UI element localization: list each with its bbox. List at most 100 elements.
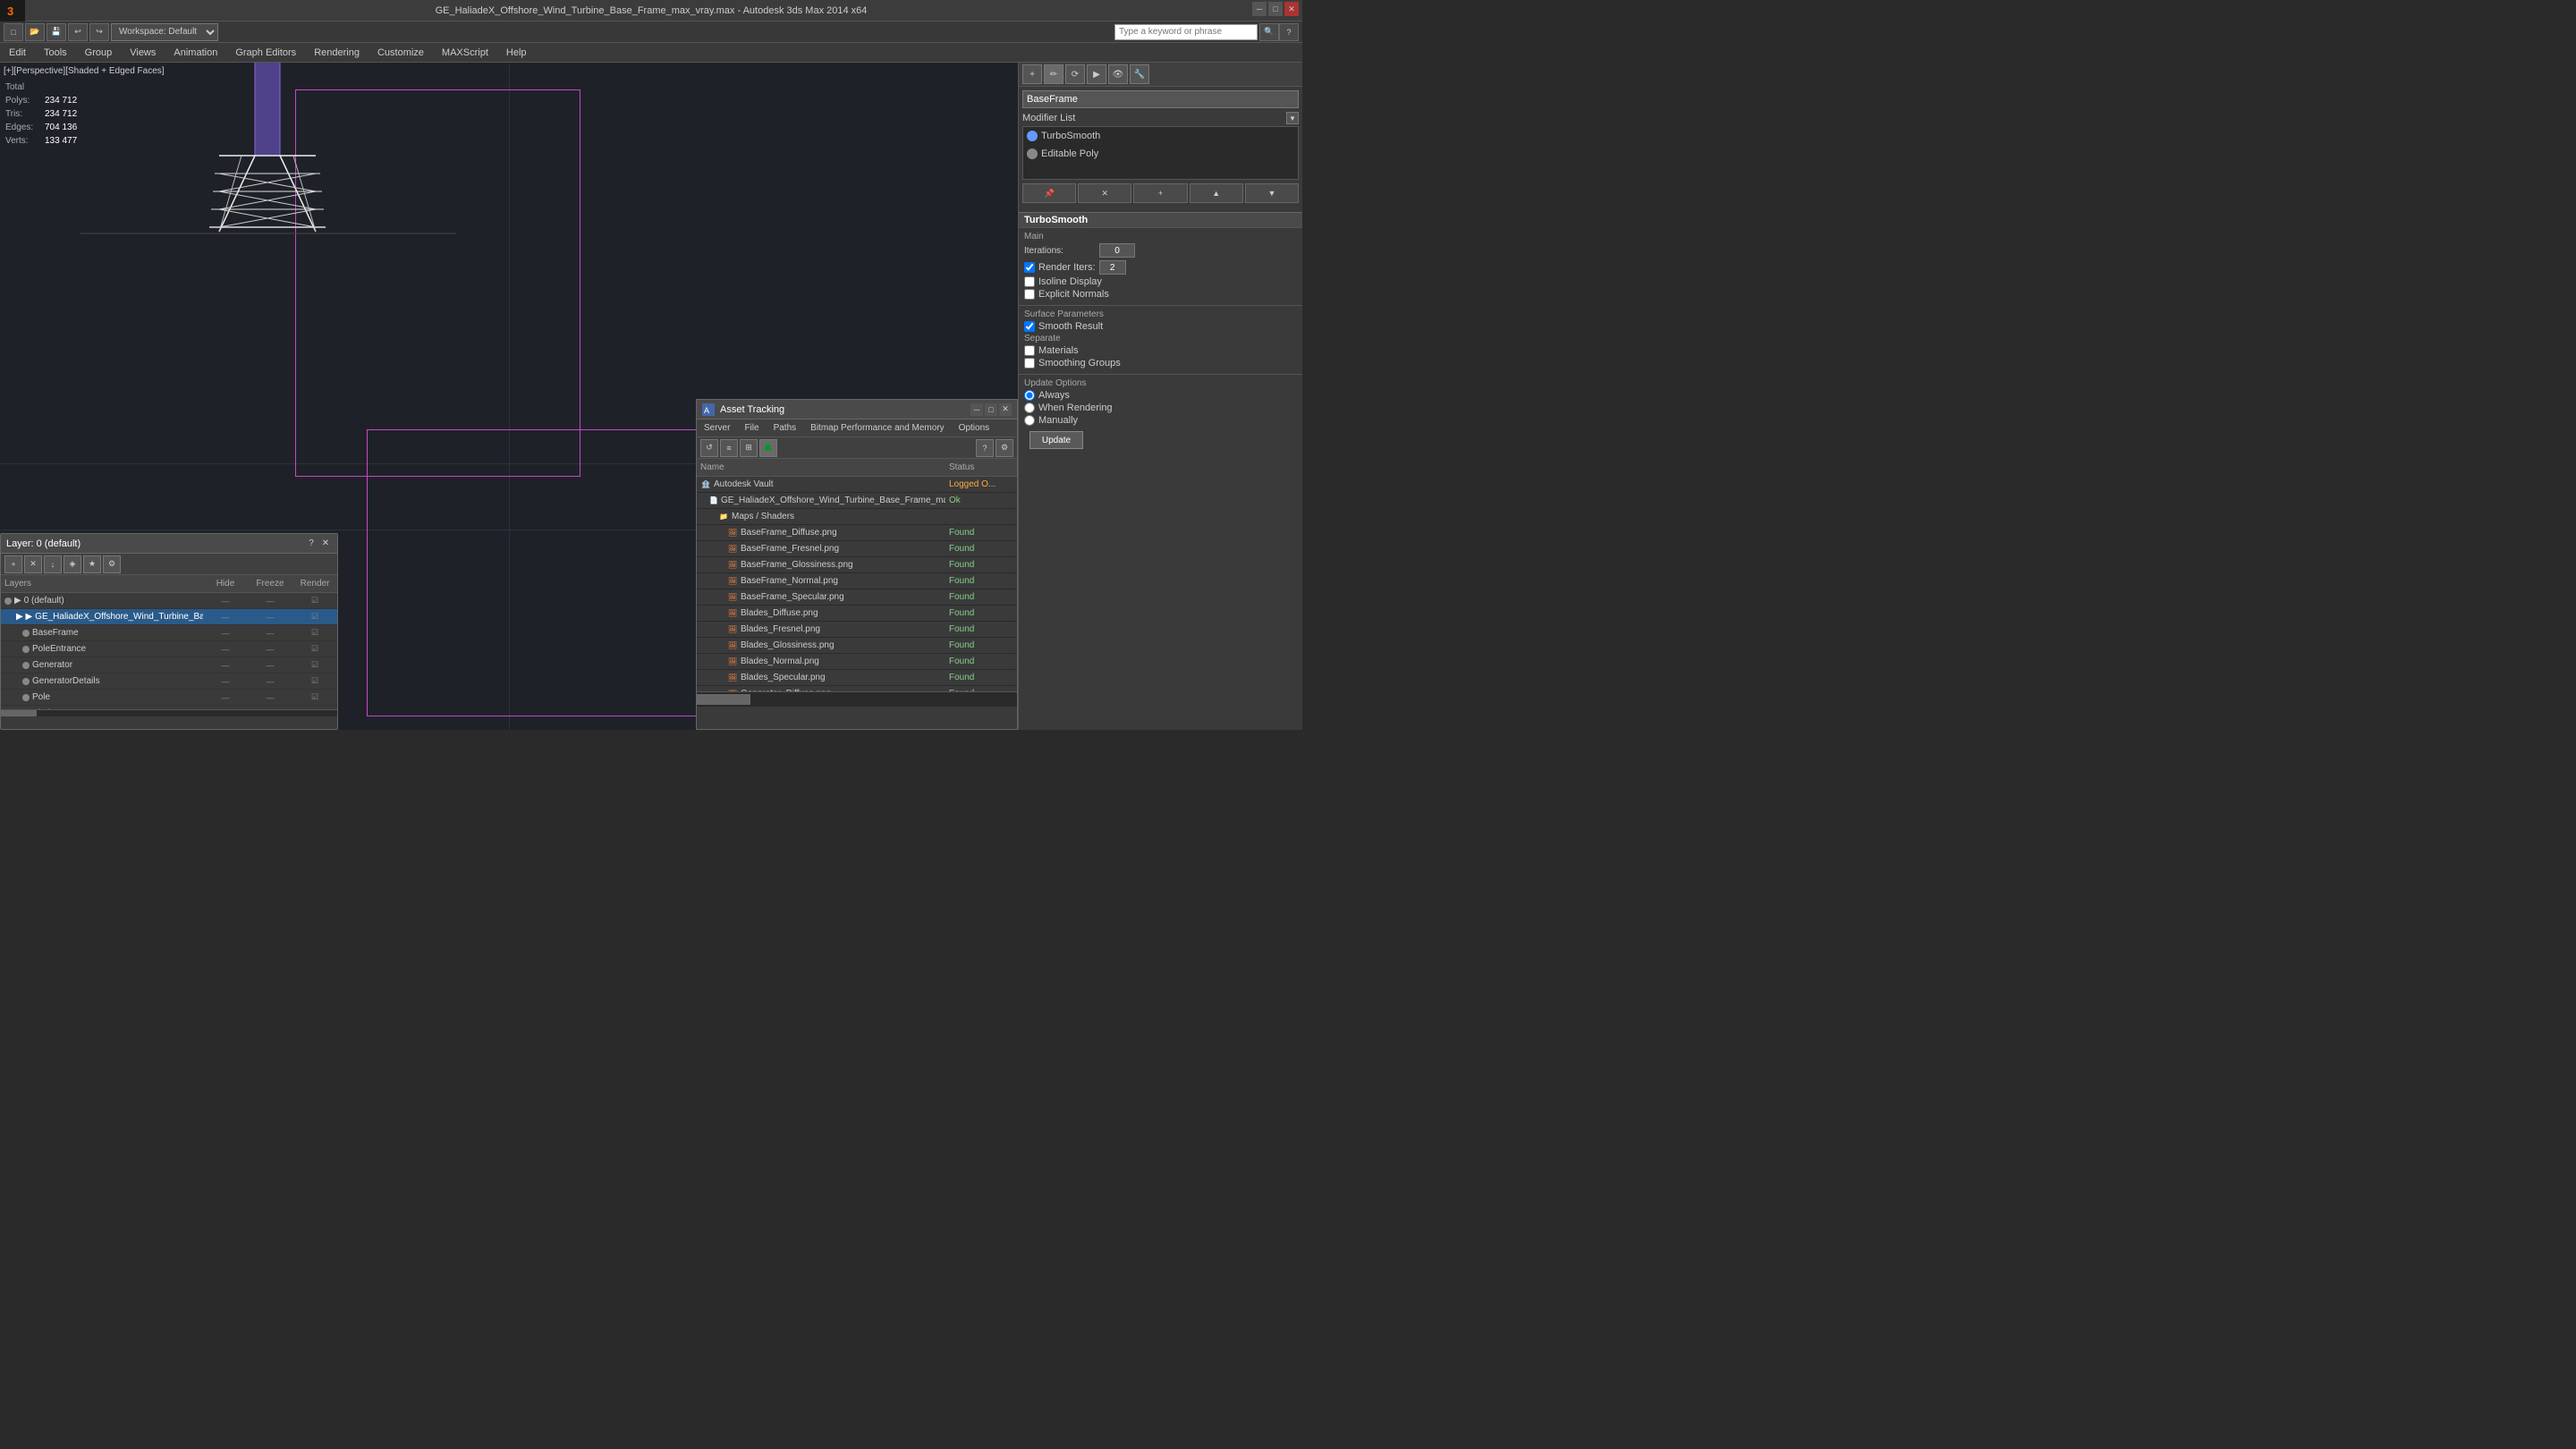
layers-title: Layer: 0 (default): [6, 538, 80, 549]
asset-maximize-btn[interactable]: □: [985, 403, 997, 416]
asset-row[interactable]: 🏦 Autodesk Vault Logged O...: [697, 477, 1017, 493]
asset-row[interactable]: 🖼 BaseFrame_Normal.png Found: [697, 573, 1017, 589]
menu-edit[interactable]: Edit: [0, 43, 35, 63]
asset-menu-server[interactable]: Server: [697, 419, 737, 437]
layer-row[interactable]: GeneratorDetails — — ☑: [1, 674, 337, 690]
layer-row[interactable]: ▶ 0 (default) — — ☑: [1, 593, 337, 609]
asset-menu-file[interactable]: File: [737, 419, 766, 437]
asset-row[interactable]: 📄 GE_HaliadeX_Offshore_Wind_Turbine_Base…: [697, 493, 1017, 509]
move-down-btn[interactable]: ▼: [1245, 183, 1299, 203]
maximize-button[interactable]: □: [1268, 2, 1283, 16]
panel-icon-hierarchy[interactable]: ⟳: [1065, 64, 1085, 84]
smooth-result-checkbox[interactable]: [1024, 321, 1035, 332]
asset-detail-view-btn[interactable]: ⊞: [740, 439, 758, 457]
asset-row[interactable]: 🖼 Blades_Glossiness.png Found: [697, 638, 1017, 654]
move-up-btn[interactable]: ▲: [1190, 183, 1243, 203]
asset-refresh-btn[interactable]: ↺: [700, 439, 718, 457]
manually-radio[interactable]: [1024, 415, 1035, 426]
explicit-normals-checkbox[interactable]: [1024, 289, 1035, 300]
asset-row[interactable]: 🖼 BaseFrame_Fresnel.png Found: [697, 541, 1017, 557]
workspace-dropdown[interactable]: Workspace: Default: [111, 23, 218, 41]
when-rendering-radio[interactable]: [1024, 402, 1035, 413]
viewport-label: [+][Perspective][Shaded + Edged Faces]: [4, 66, 165, 76]
close-button[interactable]: ✕: [1284, 2, 1299, 16]
layers-delete-btn[interactable]: ✕: [24, 555, 42, 573]
asset-row[interactable]: 🖼 BaseFrame_Specular.png Found: [697, 589, 1017, 606]
layers-select-obj-btn[interactable]: ◈: [64, 555, 81, 573]
asset-settings-btn[interactable]: ⚙: [996, 439, 1013, 457]
layers-scrollbar[interactable]: [1, 709, 337, 716]
asset-tree-view-btn[interactable]: 🌲: [759, 439, 777, 457]
delete-modifier-btn[interactable]: ✕: [1078, 183, 1131, 203]
panel-icon-display[interactable]: 👁: [1108, 64, 1128, 84]
asset-row[interactable]: 📁 Maps / Shaders: [697, 509, 1017, 525]
update-button[interactable]: Update: [1030, 431, 1083, 449]
menu-views[interactable]: Views: [121, 43, 165, 63]
asset-row[interactable]: 🖼 Blades_Specular.png Found: [697, 670, 1017, 686]
layers-settings-btn[interactable]: ⚙: [103, 555, 121, 573]
layer-row[interactable]: Generator — — ☑: [1, 657, 337, 674]
layer-row[interactable]: BaseFrame — — ☑: [1, 625, 337, 641]
isoline-checkbox[interactable]: [1024, 276, 1035, 287]
menu-maxscript[interactable]: MAXScript: [433, 43, 497, 63]
asset-list-view-btn[interactable]: ≡: [720, 439, 738, 457]
turbosmooh-section-header[interactable]: TurboSmooth: [1019, 212, 1302, 228]
new-button[interactable]: □: [4, 23, 23, 41]
iterations-input[interactable]: [1099, 243, 1135, 258]
layer-row[interactable]: ▶ ▶ GE_HaliadeX_Offshore_Wind_Turbine_Ba…: [1, 609, 337, 625]
asset-minimize-btn[interactable]: ─: [970, 403, 983, 416]
layers-add-selected-btn[interactable]: ↓: [44, 555, 62, 573]
help-button[interactable]: ?: [1279, 23, 1299, 41]
menu-rendering[interactable]: Rendering: [305, 43, 369, 63]
redo-button[interactable]: ↪: [89, 23, 109, 41]
menu-customize[interactable]: Customize: [369, 43, 433, 63]
pin-stack-btn[interactable]: 📌: [1022, 183, 1076, 203]
object-name-input[interactable]: [1022, 90, 1299, 108]
materials-checkbox[interactable]: [1024, 345, 1035, 356]
layers-close-button[interactable]: ✕: [319, 538, 332, 550]
menu-group[interactable]: Group: [76, 43, 122, 63]
asset-window-controls: ─ □ ✕: [970, 403, 1012, 416]
asset-name: 🖼 BaseFrame_Normal.png: [697, 576, 945, 587]
search-button[interactable]: 🔍: [1259, 23, 1279, 41]
modifier-list-dropdown[interactable]: ▼: [1286, 112, 1299, 124]
open-button[interactable]: 📂: [25, 23, 45, 41]
menu-graph-editors[interactable]: Graph Editors: [226, 43, 305, 63]
search-input[interactable]: [1114, 24, 1258, 40]
asset-row[interactable]: 🖼 Generator_Diffuse.png Found: [697, 686, 1017, 691]
panel-icon-create[interactable]: +: [1022, 64, 1042, 84]
add-modifier-btn[interactable]: +: [1133, 183, 1187, 203]
layers-highlight-btn[interactable]: ★: [83, 555, 101, 573]
asset-row[interactable]: 🖼 Blades_Fresnel.png Found: [697, 622, 1017, 638]
always-radio[interactable]: [1024, 390, 1035, 401]
layer-row[interactable]: PoleEntrance — — ☑: [1, 641, 337, 657]
render-iters-input[interactable]: [1099, 260, 1126, 275]
smooth-result-label: Smooth Result: [1038, 321, 1103, 332]
asset-row[interactable]: 🖼 BaseFrame_Diffuse.png Found: [697, 525, 1017, 541]
modifier-editable-poly[interactable]: Editable Poly: [1023, 145, 1298, 163]
undo-button[interactable]: ↩: [68, 23, 88, 41]
layer-row[interactable]: Pole — — ☑: [1, 690, 337, 706]
asset-row[interactable]: 🖼 Blades_Diffuse.png Found: [697, 606, 1017, 622]
asset-menu-bitmap[interactable]: Bitmap Performance and Memory: [803, 419, 952, 437]
smoothing-groups-checkbox[interactable]: [1024, 358, 1035, 369]
save-button[interactable]: 💾: [47, 23, 66, 41]
asset-horizontal-scrollbar[interactable]: [697, 692, 1017, 707]
menu-help[interactable]: Help: [497, 43, 536, 63]
asset-menu-options[interactable]: Options: [952, 419, 996, 437]
menu-animation[interactable]: Animation: [165, 43, 226, 63]
panel-icon-utilities[interactable]: 🔧: [1130, 64, 1149, 84]
panel-icon-modify[interactable]: ✏: [1044, 64, 1063, 84]
menu-tools[interactable]: Tools: [35, 43, 76, 63]
panel-icon-motion[interactable]: ▶: [1087, 64, 1106, 84]
asset-menu-paths[interactable]: Paths: [767, 419, 804, 437]
minimize-button[interactable]: ─: [1252, 2, 1267, 16]
asset-help-btn[interactable]: ?: [976, 439, 994, 457]
asset-close-btn[interactable]: ✕: [999, 403, 1012, 416]
asset-row[interactable]: 🖼 BaseFrame_Glossiness.png Found: [697, 557, 1017, 573]
modifier-turbosmooh[interactable]: TurboSmooth: [1023, 127, 1298, 145]
render-iters-checkbox[interactable]: [1024, 262, 1035, 273]
asset-row[interactable]: 🖼 Blades_Normal.png Found: [697, 654, 1017, 670]
layers-help-button[interactable]: ?: [305, 538, 318, 550]
layers-add-btn[interactable]: +: [4, 555, 22, 573]
